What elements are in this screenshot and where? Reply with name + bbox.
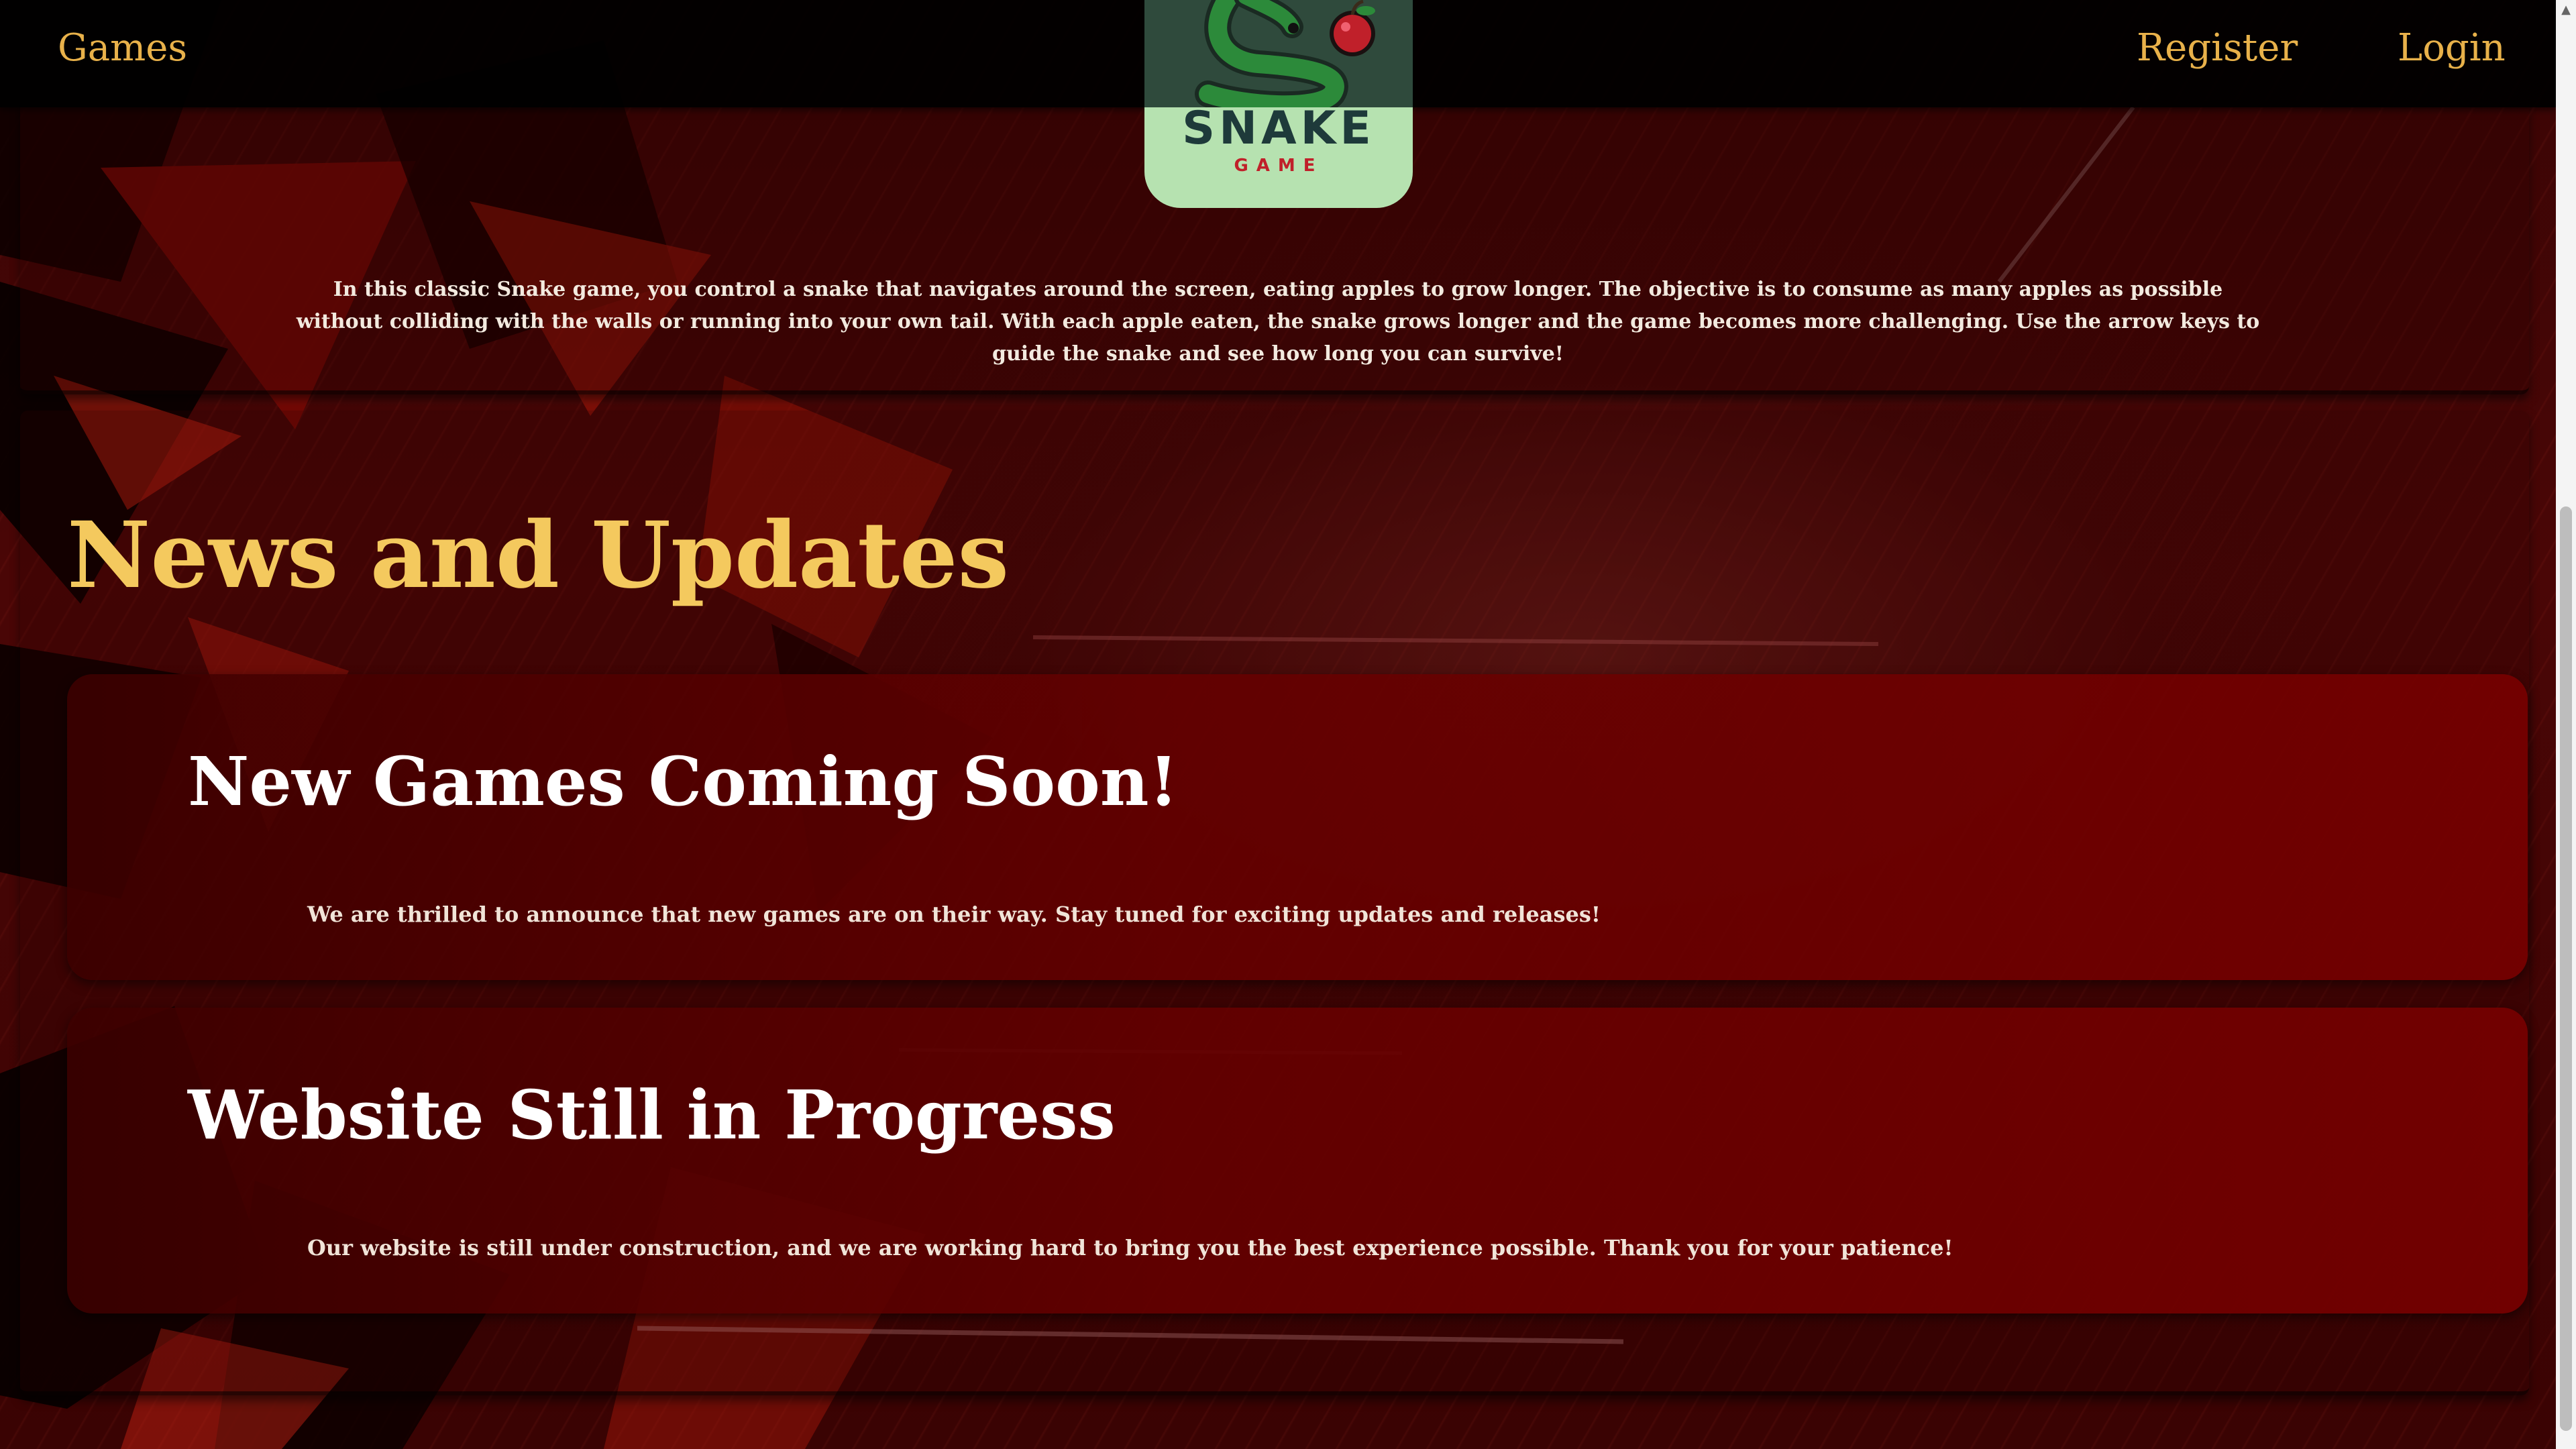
vertical-scrollbar[interactable]: ▲ [2556, 0, 2576, 1449]
news-card-title: Website Still in Progress [188, 1075, 1116, 1155]
news-heading: News and Updates [67, 502, 1010, 609]
news-card-body: We are thrilled to announce that new gam… [307, 902, 1601, 927]
news-card: Website Still in Progress Our website is… [67, 1008, 2528, 1313]
nav-login-link[interactable]: Login [2398, 30, 2506, 67]
logo-image-area [1144, 0, 1413, 119]
news-card-body: Our website is still under construction,… [307, 1235, 1953, 1260]
scroll-up-arrow-icon[interactable]: ▲ [2556, 0, 2576, 19]
snake-apple-icon [1195, 0, 1375, 119]
news-card-title: New Games Coming Soon! [188, 742, 1179, 821]
logo-wordmark: SNAKE [1182, 102, 1375, 155]
nav-games-link[interactable]: Games [58, 30, 187, 67]
game-description: In this classic Snake game, you control … [296, 278, 2260, 366]
snake-game-logo[interactable]: SNAKE GAME [1144, 0, 1413, 208]
logo-subtitle: GAME [1234, 156, 1324, 176]
nav-register-link[interactable]: Register [2137, 30, 2298, 67]
scrollbar-thumb[interactable] [2560, 506, 2572, 1431]
news-card: New Games Coming Soon! We are thrilled t… [67, 674, 2528, 980]
